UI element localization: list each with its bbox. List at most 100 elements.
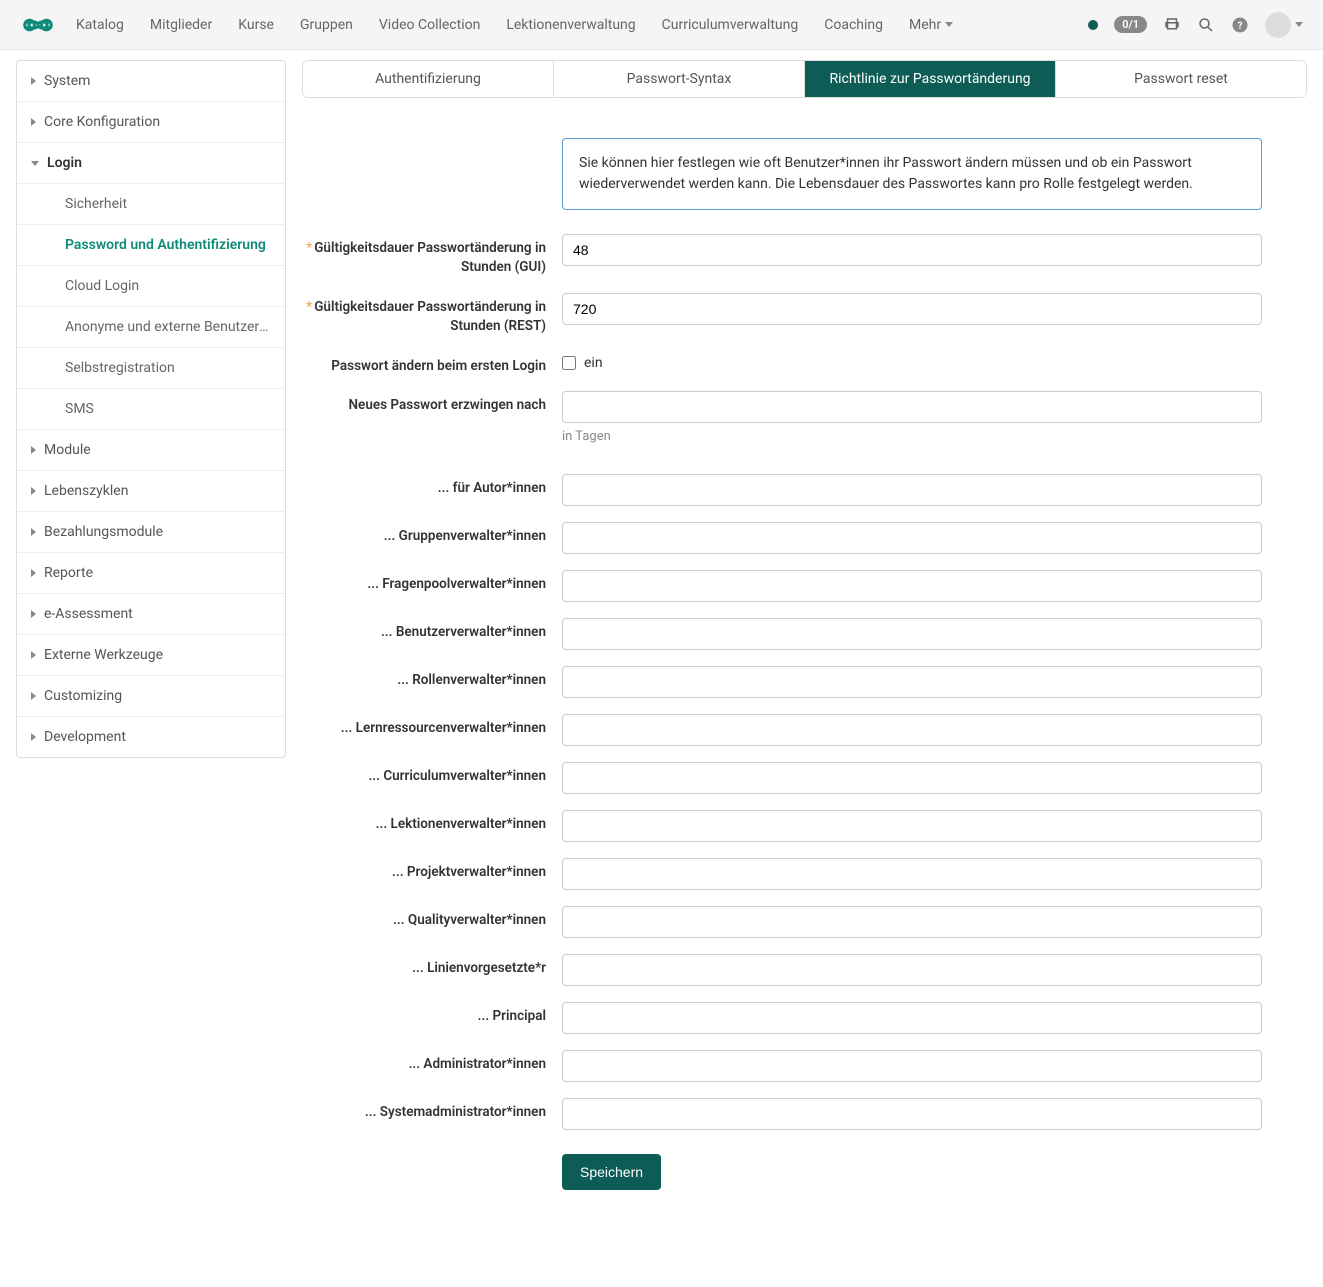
nav-link-coaching[interactable]: Coaching xyxy=(824,17,883,33)
tab-passwort-reset[interactable]: Passwort reset xyxy=(1056,61,1306,97)
input-validity-rest[interactable] xyxy=(562,293,1262,325)
input-role-5[interactable] xyxy=(562,714,1262,746)
tabs: AuthentifizierungPasswort-SyntaxRichtlin… xyxy=(302,60,1307,98)
label-validity-gui: *Gültigkeitsdauer Passwortänderung in St… xyxy=(302,234,562,277)
field-role-1: ... Gruppenverwalter*innen xyxy=(302,522,1262,554)
info-box: Sie können hier festlegen wie oft Benutz… xyxy=(562,138,1262,210)
input-role-0[interactable] xyxy=(562,474,1262,506)
tab-passwort-syntax[interactable]: Passwort-Syntax xyxy=(554,61,805,97)
sidebar-subitem-password-und-authentifizierung[interactable]: Password und Authentifizierung xyxy=(17,225,285,266)
avatar xyxy=(1265,12,1291,38)
input-role-6[interactable] xyxy=(562,762,1262,794)
input-role-8[interactable] xyxy=(562,858,1262,890)
nav-link-katalog[interactable]: Katalog xyxy=(76,17,124,33)
nav-more[interactable]: Mehr xyxy=(909,17,953,33)
input-role-7[interactable] xyxy=(562,810,1262,842)
field-validity-rest: *Gültigkeitsdauer Passwortänderung in St… xyxy=(302,293,1262,336)
field-role-9: ... Qualityverwalter*innen xyxy=(302,906,1262,938)
sidebar-item-label: e-Assessment xyxy=(44,606,133,622)
sidebar-item-module[interactable]: Module xyxy=(17,430,285,471)
sidebar-subitem-anonyme-und-externe-benutzer-innen[interactable]: Anonyme und externe Benutzer*innen xyxy=(17,307,285,348)
label-role-10: ... Linienvorgesetzte*r xyxy=(302,954,562,978)
field-role-10: ... Linienvorgesetzte*r xyxy=(302,954,1262,986)
field-force-after: Neues Passwort erzwingen nach in Tagen xyxy=(302,391,1262,444)
checkbox-label-ein[interactable]: ein xyxy=(584,355,603,371)
chevron-right-icon xyxy=(31,692,36,700)
sidebar-item-reporte[interactable]: Reporte xyxy=(17,553,285,594)
save-button[interactable]: Speichern xyxy=(562,1154,661,1190)
badge-count[interactable]: 0/1 xyxy=(1114,16,1147,33)
input-role-13[interactable] xyxy=(562,1098,1262,1130)
field-role-8: ... Projektverwalter*innen xyxy=(302,858,1262,890)
field-role-12: ... Administrator*innen xyxy=(302,1050,1262,1082)
infinity-icon xyxy=(20,15,56,35)
sidebar-item-core-konfiguration[interactable]: Core Konfiguration xyxy=(17,102,285,143)
label-role-13: ... Systemadministrator*innen xyxy=(302,1098,562,1122)
nav-link-curriculumverwaltung[interactable]: Curriculumverwaltung xyxy=(662,17,799,33)
field-change-first-login: Passwort ändern beim ersten Login ein xyxy=(302,352,1262,376)
input-role-12[interactable] xyxy=(562,1050,1262,1082)
label-role-4: ... Rollenverwalter*innen xyxy=(302,666,562,690)
field-role-13: ... Systemadministrator*innen xyxy=(302,1098,1262,1130)
input-role-1[interactable] xyxy=(562,522,1262,554)
label-role-2: ... Fragenpoolverwalter*innen xyxy=(302,570,562,594)
chevron-right-icon xyxy=(31,733,36,741)
nav-link-lektionenverwaltung[interactable]: Lektionenverwaltung xyxy=(506,17,635,33)
sidebar-subitem-cloud-login[interactable]: Cloud Login xyxy=(17,266,285,307)
logo[interactable] xyxy=(20,7,56,43)
tab-richtlinie-zur-passwort-nderung[interactable]: Richtlinie zur Passwortänderung xyxy=(805,61,1056,97)
tab-authentifizierung[interactable]: Authentifizierung xyxy=(303,61,554,97)
sidebar-subitem-selbstregistration[interactable]: Selbstregistration xyxy=(17,348,285,389)
nav-links: Katalog Mitglieder Kurse Gruppen Video Colle… xyxy=(76,17,1088,33)
sidebar-item-e-assessment[interactable]: e-Assessment xyxy=(17,594,285,635)
input-role-3[interactable] xyxy=(562,618,1262,650)
sidebar-subitem-sms[interactable]: SMS xyxy=(17,389,285,430)
input-role-10[interactable] xyxy=(562,954,1262,986)
label-role-5: ... Lernressourcenverwalter*innen xyxy=(302,714,562,738)
sidebar-item-label: Core Konfiguration xyxy=(44,114,160,130)
chevron-right-icon xyxy=(31,528,36,536)
input-role-2[interactable] xyxy=(562,570,1262,602)
nav-link-kurse[interactable]: Kurse xyxy=(238,17,274,33)
nav-right: 0/1 ? xyxy=(1088,12,1303,38)
label-validity-rest: *Gültigkeitsdauer Passwortänderung in St… xyxy=(302,293,562,336)
sidebar-item-development[interactable]: Development xyxy=(17,717,285,757)
field-role-11: ... Principal xyxy=(302,1002,1262,1034)
sidebar-item-label: Development xyxy=(44,729,126,745)
help-icon[interactable]: ? xyxy=(1231,16,1249,34)
nav-link-mitglieder[interactable]: Mitglieder xyxy=(150,17,212,33)
sidebar-item-bezahlungsmodule[interactable]: Bezahlungsmodule xyxy=(17,512,285,553)
form: Sie können hier festlegen wie oft Benutz… xyxy=(302,138,1262,1190)
sidebar-item-system[interactable]: System xyxy=(17,61,285,102)
chevron-right-icon xyxy=(31,77,36,85)
sidebar-subitem-sicherheit[interactable]: Sicherheit xyxy=(17,184,285,225)
checkbox-change-first-login[interactable] xyxy=(562,356,576,370)
field-role-6: ... Curriculumverwalter*innen xyxy=(302,762,1262,794)
nav-link-video-collection[interactable]: Video Collection xyxy=(379,17,480,33)
sidebar-item-login[interactable]: Login xyxy=(17,143,285,184)
print-icon[interactable] xyxy=(1163,16,1181,34)
sidebar-item-externe-werkzeuge[interactable]: Externe Werkzeuge xyxy=(17,635,285,676)
sidebar-item-label: Module xyxy=(44,442,91,458)
sidebar-item-label: Bezahlungsmodule xyxy=(44,524,163,540)
input-role-9[interactable] xyxy=(562,906,1262,938)
input-role-4[interactable] xyxy=(562,666,1262,698)
label-role-3: ... Benutzerverwalter*innen xyxy=(302,618,562,642)
input-validity-gui[interactable] xyxy=(562,234,1262,266)
chevron-down-icon xyxy=(1295,22,1303,27)
sidebar-item-lebenszyklen[interactable]: Lebenszyklen xyxy=(17,471,285,512)
label-role-8: ... Projektverwalter*innen xyxy=(302,858,562,882)
nav-link-gruppen[interactable]: Gruppen xyxy=(300,17,353,33)
input-force-after[interactable] xyxy=(562,391,1262,423)
label-role-6: ... Curriculumverwalter*innen xyxy=(302,762,562,786)
input-role-11[interactable] xyxy=(562,1002,1262,1034)
user-menu[interactable] xyxy=(1265,12,1303,38)
sidebar-item-label: Lebenszyklen xyxy=(44,483,128,499)
sidebar-item-customizing[interactable]: Customizing xyxy=(17,676,285,717)
main-content: AuthentifizierungPasswort-SyntaxRichtlin… xyxy=(302,60,1307,1190)
sidebar-item-label: Login xyxy=(47,155,82,171)
label-change-first-login: Passwort ändern beim ersten Login xyxy=(302,352,562,376)
search-icon[interactable] xyxy=(1197,16,1215,34)
sidebar: System Core Konfiguration Login SicherheitP… xyxy=(16,60,286,758)
chevron-right-icon xyxy=(31,651,36,659)
